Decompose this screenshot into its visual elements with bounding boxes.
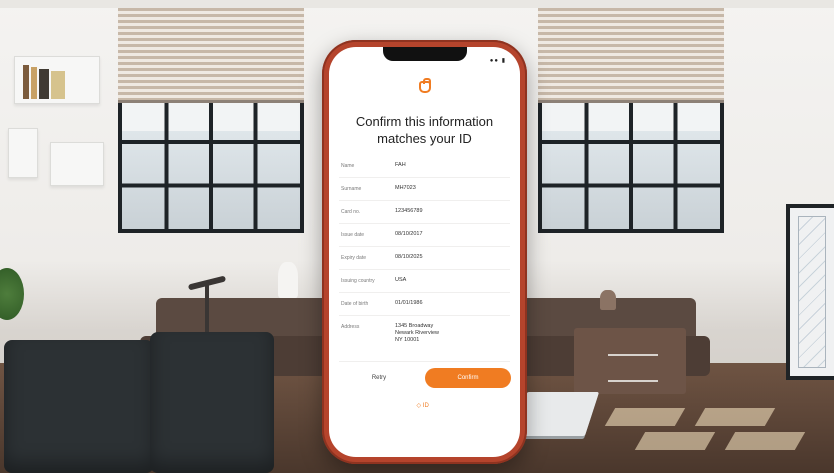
detail-label: Issuing country [341,278,375,284]
retry-button[interactable]: Retry [353,368,405,388]
poster-print [798,216,826,368]
detail-value: 1345 Broadway Newark Riverview NY 10001 [395,323,440,343]
phone-notch [382,47,467,61]
book [31,67,37,99]
book [51,71,65,99]
cabinet-handle [607,354,658,356]
wall-shelf [50,142,104,186]
detail-label: Issue date [341,232,365,238]
window-blinds [538,8,724,104]
status-bar-icons: ●● ▮ [489,58,506,64]
wall-shelf [8,128,38,178]
detail-value: 08/10/2025 [395,254,423,260]
armchair [150,332,274,473]
phone-screen: ●● ▮ Confirm this information matches yo… [329,47,520,457]
floor-light-patch [694,408,776,426]
id-details-list: Name FAH Surname MH7023 Card no. 1234567… [339,155,510,362]
detail-value: USA [395,277,407,283]
brand-logo-icon [418,78,431,93]
detail-label: Surname [341,186,362,192]
wall-poster [786,204,834,380]
detail-value: FAH [395,162,406,168]
detail-row-expiry-date: Expiry date 08/10/2025 [339,247,510,270]
floor-light-patch [604,408,686,426]
detail-value: 01/01/1986 [395,300,423,306]
floor-light-patch [634,432,716,450]
detail-row-issue-date: Issue date 08/10/2017 [339,224,510,247]
detail-value: 08/10/2017 [395,231,423,237]
detail-label: Address [341,324,360,330]
plant [0,268,24,320]
armchair [4,340,154,473]
detail-label: Name [341,163,355,169]
book [23,65,29,99]
left-window [118,8,304,233]
detail-label: Card no. [341,209,361,215]
confirm-button[interactable]: Confirm [425,368,511,388]
cabinet-handle [607,380,658,382]
detail-value: 123456789 [395,208,423,214]
detail-row-address: Address 1345 Broadway Newark Riverview N… [339,316,510,362]
detail-label: Date of birth [341,301,369,307]
detail-row-name: Name FAH [339,155,510,178]
footer-brand-mark: ◇ ID [416,403,429,409]
detail-row-date-of-birth: Date of birth 01/01/1986 [339,293,510,316]
detail-value: MH7023 [395,185,416,191]
window-blinds [118,8,304,104]
ceiling [0,0,834,8]
wall-shelf [14,56,100,104]
page-title: Confirm this information matches your ID [355,114,494,146]
right-window [538,8,724,233]
phone-device: ●● ▮ Confirm this information matches yo… [322,40,527,464]
vase [278,262,298,298]
detail-row-card-number: Card no. 123456789 [339,201,510,224]
vase [600,290,616,310]
detail-label: Expiry date [341,255,367,261]
floor-light-patch [724,432,806,450]
book [39,69,49,99]
detail-row-issuing-country: Issuing country USA [339,270,510,293]
side-cabinet [574,328,686,394]
detail-row-surname: Surname MH7023 [339,178,510,201]
